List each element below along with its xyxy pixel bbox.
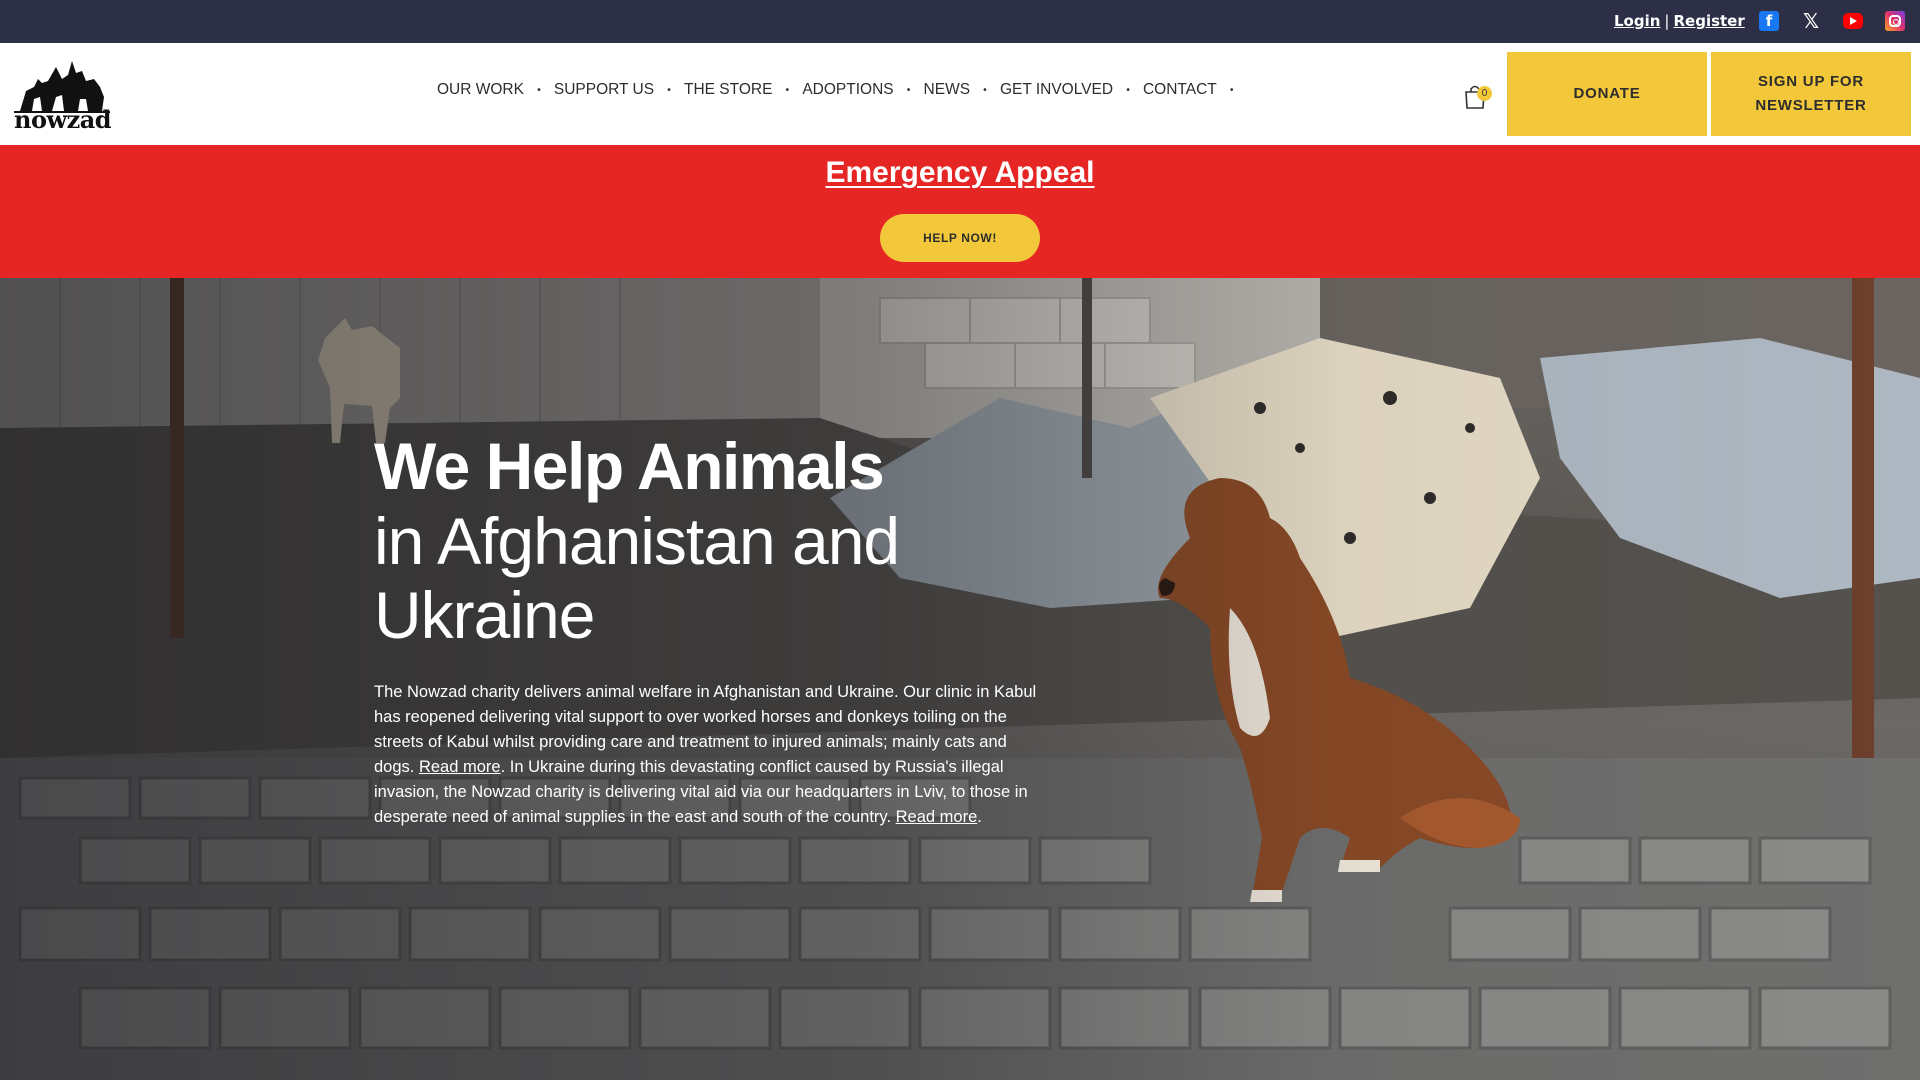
hero-intro-text: The Nowzad charity delivers animal welfa… bbox=[374, 680, 1044, 830]
x-icon[interactable]: 𝕏 bbox=[1801, 9, 1821, 33]
donate-button[interactable]: DONATE bbox=[1507, 52, 1707, 136]
newsletter-label: SIGN UP FOR NEWSLETTER bbox=[1755, 73, 1867, 114]
auth-links: Login | Register bbox=[1614, 12, 1745, 30]
youtube-icon[interactable] bbox=[1843, 13, 1863, 29]
nav-support-us[interactable]: SUPPORT US bbox=[554, 81, 654, 99]
hero-heading-light: in Afghanistan and Ukraine bbox=[374, 504, 900, 652]
cart-count-badge: 0 bbox=[1477, 86, 1492, 101]
emergency-appeal-heading: Emergency Appeal bbox=[0, 156, 1920, 190]
nav-separator: • bbox=[784, 84, 791, 96]
nav-adoptions[interactable]: ADOPTIONS bbox=[802, 81, 893, 99]
emergency-appeal-link[interactable]: Emergency Appeal bbox=[826, 156, 1095, 189]
facebook-icon[interactable]: f bbox=[1759, 11, 1779, 31]
logo-text: nowzad bbox=[14, 105, 112, 134]
intro-end: . bbox=[977, 808, 982, 826]
read-more-link-afghanistan[interactable]: Read more bbox=[419, 758, 501, 776]
login-link[interactable]: Login bbox=[1614, 12, 1660, 30]
nav-get-involved[interactable]: GET INVOLVED bbox=[1000, 81, 1113, 99]
nav-our-work[interactable]: OUR WORK bbox=[437, 81, 524, 99]
nav-separator: • bbox=[535, 84, 542, 96]
nav-separator: • bbox=[982, 84, 988, 96]
hero-heading-bold: We Help Animals bbox=[374, 429, 885, 503]
instagram-icon[interactable] bbox=[1885, 11, 1905, 31]
auth-separator: | bbox=[1664, 12, 1670, 30]
newsletter-signup-button[interactable]: SIGN UP FOR NEWSLETTER bbox=[1711, 52, 1911, 136]
nav-separator: • bbox=[666, 84, 672, 96]
nav-separator: • bbox=[1228, 84, 1235, 96]
nav-separator: • bbox=[905, 84, 912, 96]
hero-section: We Help Animals in Afghanistan and Ukrai… bbox=[0, 278, 1920, 1080]
register-link[interactable]: Register bbox=[1673, 12, 1744, 30]
nav-separator: • bbox=[1125, 84, 1131, 96]
emergency-banner: Emergency Appeal HELP NOW! bbox=[0, 145, 1920, 278]
help-now-button[interactable]: HELP NOW! bbox=[880, 214, 1040, 262]
nav-contact[interactable]: CONTACT bbox=[1143, 81, 1217, 99]
hero-overlay bbox=[0, 278, 1920, 1080]
nav-news[interactable]: NEWS bbox=[924, 81, 971, 99]
main-nav: OUR WORK • SUPPORT US • THE STORE • ADOPTIO… bbox=[437, 81, 1247, 99]
read-more-link-ukraine[interactable]: Read more bbox=[896, 808, 978, 826]
top-utility-bar: Login | Register f 𝕏 bbox=[0, 0, 1920, 43]
site-header: nowzad OUR WORK • SUPPORT US • THE STORE • … bbox=[0, 43, 1920, 145]
nav-the-store[interactable]: THE STORE bbox=[684, 81, 772, 99]
